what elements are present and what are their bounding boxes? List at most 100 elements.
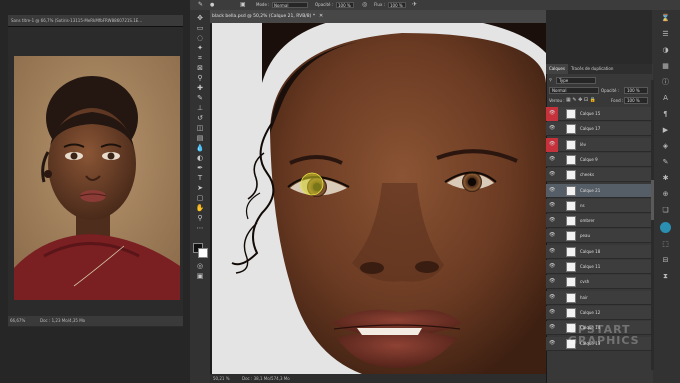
opacity-input[interactable]: 100 % — [336, 2, 354, 8]
layer-thumbnail[interactable] — [566, 231, 576, 242]
lock-pixels-icon[interactable]: ▦ ✎ ✥ ⊡ 🔒 — [566, 97, 596, 103]
flow-input[interactable]: 100 % — [388, 2, 406, 8]
libraries-panel-icon[interactable] — [660, 222, 671, 233]
layer-name[interactable]: Calque 21 — [580, 184, 600, 198]
layer-row[interactable]: 👁 lèv — [546, 137, 652, 152]
filter-icon[interactable]: ⚲ — [549, 77, 552, 82]
layer-row[interactable]: 👁 Calque 18 — [546, 244, 652, 259]
marquee-tool-icon[interactable]: ▭ — [194, 24, 206, 33]
brush-settings-icon[interactable]: ▣ — [240, 0, 246, 10]
brush-tool-icon[interactable]: ✎ — [198, 0, 203, 10]
layer-row[interactable]: 👁 Calque 12 — [546, 305, 652, 320]
document-canvas[interactable] — [212, 23, 546, 374]
layer-row[interactable]: 👁 Calque 15 — [546, 107, 652, 121]
layer-thumbnail[interactable] — [566, 307, 576, 318]
layer-opacity-input[interactable]: 100 % — [624, 87, 648, 94]
layer-name[interactable]: hair — [580, 291, 588, 305]
path-select-tool-icon[interactable]: ➤ — [194, 184, 206, 193]
brush-tool-icon-sidebar[interactable]: ✎ — [194, 94, 206, 103]
layer-thumbnail[interactable] — [566, 139, 576, 150]
more-tools-icon[interactable]: ⋯ — [194, 224, 206, 233]
layer-thumbnail[interactable] — [566, 124, 576, 135]
layer-row[interactable]: 👁 peau — [546, 229, 652, 244]
stamp-tool-icon[interactable]: ⊥ — [194, 104, 206, 113]
layer-thumbnail[interactable] — [566, 277, 576, 288]
layer-fill-input[interactable]: 100 % — [624, 97, 648, 104]
brushes-panel-icon[interactable]: ✱ — [660, 174, 671, 183]
swatches-panel-icon[interactable]: ▦ — [660, 62, 671, 71]
clone-source-panel-icon[interactable]: ⊕ — [660, 190, 671, 199]
actions-panel-icon[interactable]: ▶ — [660, 126, 671, 135]
layer-row[interactable]: 👁 Calque 9 — [546, 152, 652, 167]
visibility-eye-icon[interactable]: 👁 — [549, 187, 555, 194]
layer-name[interactable]: Calque 12 — [580, 306, 600, 320]
quick-mask-icon[interactable]: ◎ — [194, 262, 206, 271]
visibility-eye-icon[interactable]: 👁 — [549, 217, 555, 224]
navigator-panel-icon[interactable]: ⊟ — [660, 256, 671, 265]
layer-name[interactable]: Calque 9 — [580, 153, 598, 167]
layer-row[interactable]: 👁 cheeks — [546, 168, 652, 183]
visibility-eye-icon[interactable]: 👁 — [549, 263, 555, 270]
visibility-eye-icon[interactable]: 👁 — [549, 202, 555, 209]
layer-thumbnail[interactable] — [566, 170, 576, 181]
visibility-eye-icon[interactable]: 👁 — [549, 156, 555, 163]
paths-panel-icon[interactable]: ✎ — [660, 158, 671, 167]
history-brush-tool-icon[interactable]: ↺ — [194, 114, 206, 123]
gradient-tool-icon[interactable]: ▤ — [194, 134, 206, 143]
layer-name[interactable]: Calque 17 — [580, 122, 600, 136]
close-tab-icon[interactable]: ✕ — [319, 11, 323, 22]
layer-row[interactable]: 👁 ns — [546, 198, 652, 213]
hand-tool-icon[interactable]: ✋ — [194, 204, 206, 213]
visibility-eye-icon[interactable]: 👁 — [549, 278, 555, 285]
layer-name[interactable]: Calque 15 — [580, 107, 600, 121]
layer-name[interactable]: ombrer — [580, 214, 595, 228]
channels-panel-icon[interactable]: ◈ — [660, 142, 671, 151]
eraser-tool-icon[interactable]: ◫ — [194, 124, 206, 133]
info-panel-icon[interactable]: ⓘ — [660, 78, 671, 87]
layer-filter-select[interactable]: Type — [556, 77, 596, 84]
layer-row[interactable]: 👁 Calque 17 — [546, 122, 652, 137]
layer-name[interactable]: cheeks — [580, 168, 594, 182]
layer-name[interactable]: Calque 11 — [580, 260, 600, 274]
document-tab-title[interactable]: black bella.psd @ 50,2% (Calque 21, RVB/… — [212, 11, 315, 22]
type-tool-icon[interactable]: T — [194, 174, 206, 183]
layer-thumbnail[interactable] — [566, 216, 576, 227]
eyedropper-tool-icon[interactable]: ⚲ — [194, 74, 206, 83]
layer-name[interactable]: ns — [580, 199, 585, 213]
layer-thumbnail[interactable] — [566, 154, 576, 165]
layer-thumbnail[interactable] — [566, 262, 576, 272]
shape-tool-icon[interactable]: ▢ — [194, 194, 206, 203]
pressure-opacity-icon[interactable]: ◎ — [362, 0, 367, 10]
zoom-tool-icon[interactable]: ⚲ — [194, 214, 206, 223]
reference-window-title[interactable]: Sans titre-1 @ 66,7% (Sotiris-13115-MeRk… — [8, 15, 183, 27]
layer-name[interactable]: lèv — [580, 138, 586, 152]
layer-row[interactable]: 👁 Calque 21 — [546, 183, 652, 198]
document-zoom-readout[interactable]: 50,21 % — [213, 374, 230, 383]
layers-scrollbar[interactable] — [651, 80, 654, 370]
lasso-tool-icon[interactable]: ◌ — [194, 34, 206, 43]
visibility-eye-icon[interactable]: 👁 — [549, 232, 555, 239]
tab-clone-source[interactable]: Tracés de duplication — [568, 64, 616, 74]
adjustments-panel-icon[interactable]: ◑ — [660, 46, 671, 55]
layer-thumbnail[interactable] — [566, 292, 576, 303]
quick-select-tool-icon[interactable]: ✦ — [194, 44, 206, 53]
timeline-panel-icon[interactable]: ⧗ — [660, 272, 671, 281]
layer-thumbnail[interactable] — [566, 109, 576, 119]
healing-tool-icon[interactable]: ✚ — [194, 84, 206, 93]
blur-tool-icon[interactable]: 💧 — [194, 144, 206, 153]
visibility-eye-icon[interactable]: 👁 — [549, 248, 555, 255]
mode-select[interactable]: Normal — [272, 2, 308, 8]
background-color-swatch[interactable] — [198, 248, 208, 258]
paragraph-panel-icon[interactable]: ¶ — [660, 110, 671, 119]
layer-thumbnail[interactable] — [566, 185, 576, 196]
move-tool-icon[interactable]: ✥ — [194, 14, 206, 23]
layer-name[interactable]: Calque 18 — [580, 245, 600, 259]
visibility-eye-icon[interactable]: 👁 — [549, 171, 555, 178]
frame-tool-icon[interactable]: ⊠ — [194, 64, 206, 73]
layers-scroll-thumb[interactable] — [651, 180, 654, 220]
styles-panel-icon[interactable]: ⬚ — [660, 240, 671, 249]
layer-thumbnail[interactable] — [566, 246, 576, 257]
blend-mode-select[interactable]: Normal — [549, 87, 599, 94]
visibility-eye-icon[interactable]: 👁 — [549, 309, 555, 316]
layer-name[interactable]: peau — [580, 229, 590, 243]
